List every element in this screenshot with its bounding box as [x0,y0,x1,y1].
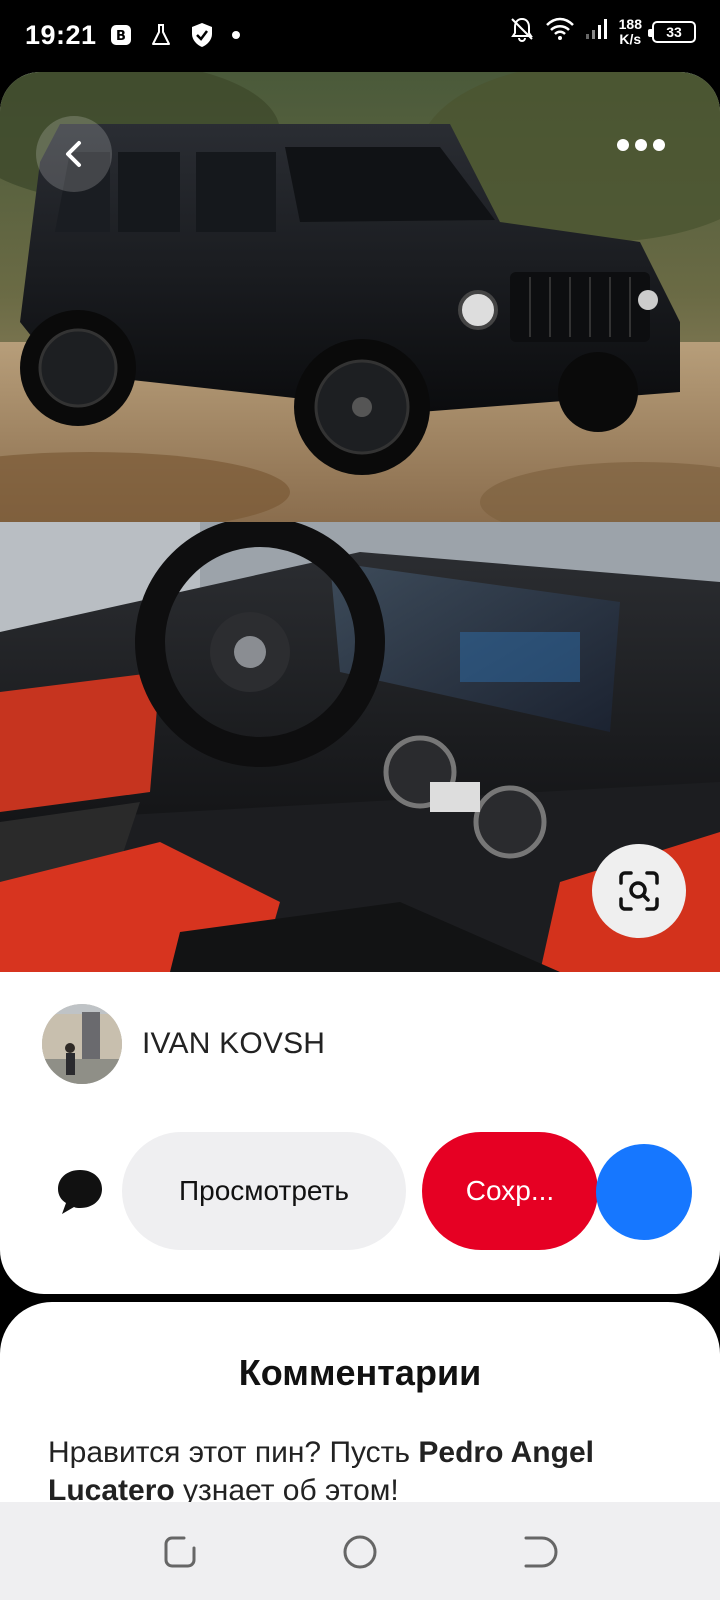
signal-icon [585,17,609,46]
battery-level: 33 [666,23,682,40]
back-nav-icon[interactable] [520,1532,560,1572]
more-button[interactable] [606,128,676,162]
status-bar: 19:21 B 188 K/s 33 [0,0,720,72]
svg-text:B: B [116,29,126,44]
network-speed: 188 K/s [618,15,642,47]
visual-search-button[interactable] [592,844,686,938]
shield-check-icon [190,22,214,48]
battery-icon: 33 [648,20,696,43]
clock: 19:21 [25,20,97,50]
flask-icon [150,23,172,47]
action-row: Просмотреть Сохр... [0,1132,720,1252]
visual-search-icon [619,871,659,911]
comments-title: Комментарии [238,1352,482,1393]
notifications-off-icon [509,16,535,47]
b-badge-icon: B [110,24,132,46]
recent-apps-icon[interactable] [160,1532,200,1572]
wifi-icon [545,17,575,46]
home-icon[interactable] [340,1532,380,1572]
share-button[interactable] [596,1144,692,1240]
author-name[interactable]: IVAN KOVSH [142,1027,325,1061]
more-icon [617,139,629,151]
save-button[interactable]: Сохр... [422,1132,598,1250]
author-row[interactable]: IVAN KOVSH [42,1004,325,1084]
comments-prompt: Нравится этот пин? Пусть Pedro Angel Luc… [48,1434,688,1502]
status-icons-left: B [110,22,240,48]
comment-icon[interactable] [55,1167,105,1217]
back-button[interactable] [36,116,112,192]
dot-icon [232,31,240,39]
status-icons-right: 188 K/s 33 [509,16,696,47]
view-button[interactable]: Просмотреть [122,1132,406,1250]
comments-sheet: Комментарии Нравится этот пин? Пусть Ped… [0,1302,720,1502]
avatar[interactable] [42,1004,122,1084]
back-icon [66,141,81,167]
pin-card: IVAN KOVSH Просмотреть Сохр... [0,72,720,1294]
system-nav-bar [0,1502,720,1600]
